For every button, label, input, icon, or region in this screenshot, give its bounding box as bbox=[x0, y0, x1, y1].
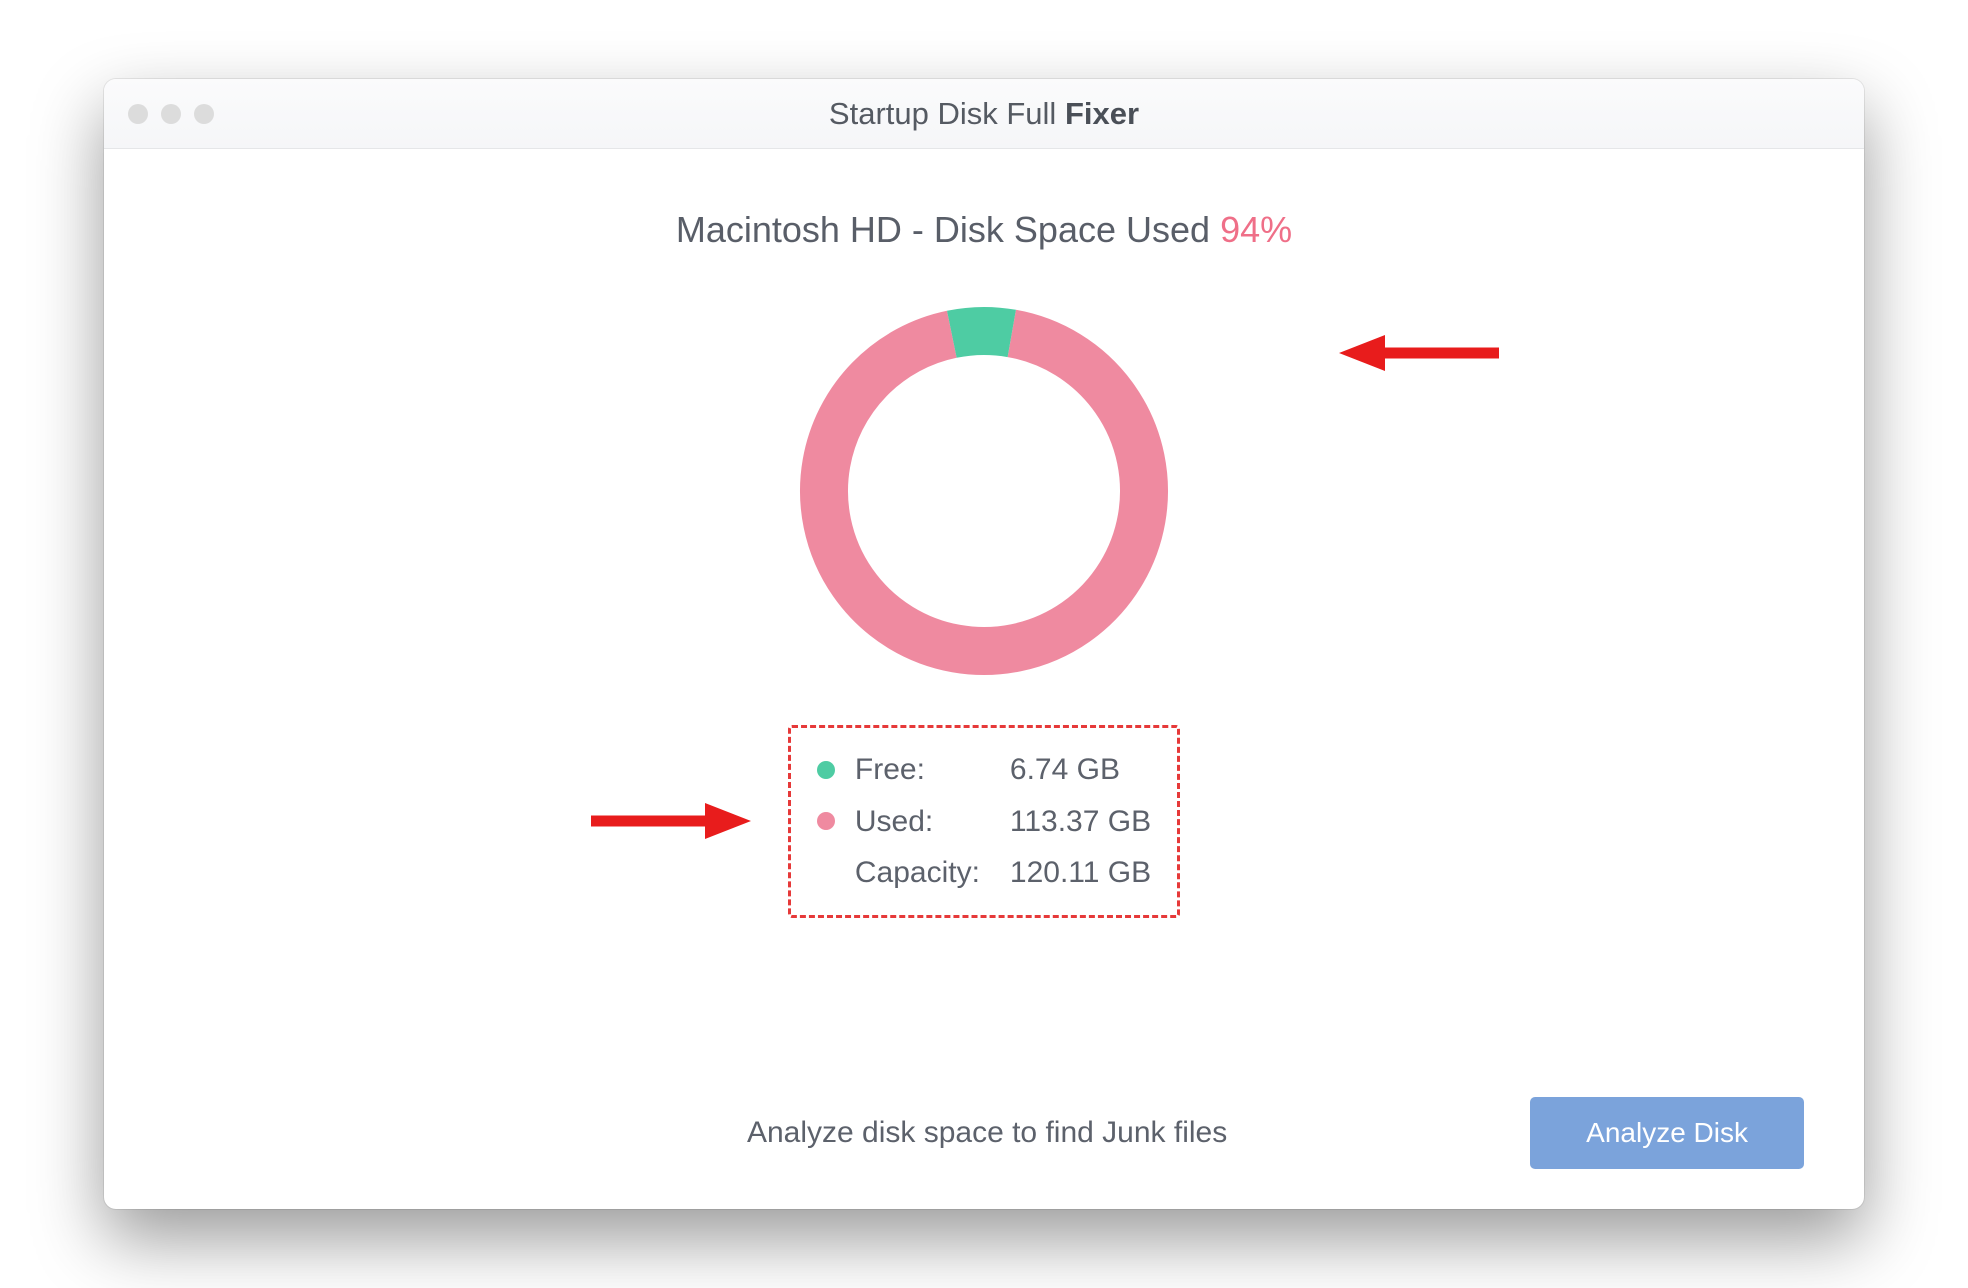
annotation-arrow-icon bbox=[591, 801, 751, 841]
usage-percent: 94% bbox=[1220, 209, 1292, 250]
disk-stats-legend: Free: 6.74 GB Used: 113.37 GB Capacity: … bbox=[788, 725, 1180, 918]
title-bold: Fixer bbox=[1065, 96, 1139, 131]
window-controls bbox=[128, 104, 214, 124]
maximize-window-button[interactable] bbox=[194, 104, 214, 124]
title-light: Startup Disk Full bbox=[829, 96, 1056, 131]
titlebar: Startup Disk Full Fixer bbox=[104, 79, 1864, 149]
legend-row-capacity: Capacity: 120.11 GB bbox=[817, 847, 1151, 899]
used-value: 113.37 GB bbox=[1010, 796, 1151, 848]
app-window: Startup Disk Full Fixer Macintosh HD - D… bbox=[104, 79, 1864, 1209]
disk-usage-heading: Macintosh HD - Disk Space Used 94% bbox=[676, 209, 1292, 251]
free-value: 6.74 GB bbox=[1010, 744, 1120, 796]
footer-hint: Analyze disk space to find Junk files bbox=[164, 1116, 1530, 1150]
content-area: Macintosh HD - Disk Space Used 94% bbox=[104, 149, 1864, 1209]
legend-row-used: Used: 113.37 GB bbox=[817, 796, 1151, 848]
close-window-button[interactable] bbox=[128, 104, 148, 124]
used-label: Used: bbox=[855, 796, 1000, 848]
free-color-swatch-icon bbox=[817, 761, 835, 779]
capacity-value: 120.11 GB bbox=[1010, 847, 1151, 899]
capacity-label: Capacity: bbox=[855, 847, 1000, 899]
used-color-swatch-icon bbox=[817, 812, 835, 830]
window-title: Startup Disk Full Fixer bbox=[104, 96, 1864, 132]
analyze-disk-button[interactable]: Analyze Disk bbox=[1530, 1097, 1804, 1169]
annotation-arrow-icon bbox=[1339, 333, 1499, 373]
heading-text: Macintosh HD - Disk Space Used bbox=[676, 209, 1210, 250]
disk-usage-donut-chart bbox=[794, 301, 1174, 681]
free-label: Free: bbox=[855, 744, 1000, 796]
minimize-window-button[interactable] bbox=[161, 104, 181, 124]
footer: Analyze disk space to find Junk files An… bbox=[164, 1097, 1804, 1169]
legend-row-free: Free: 6.74 GB bbox=[817, 744, 1151, 796]
